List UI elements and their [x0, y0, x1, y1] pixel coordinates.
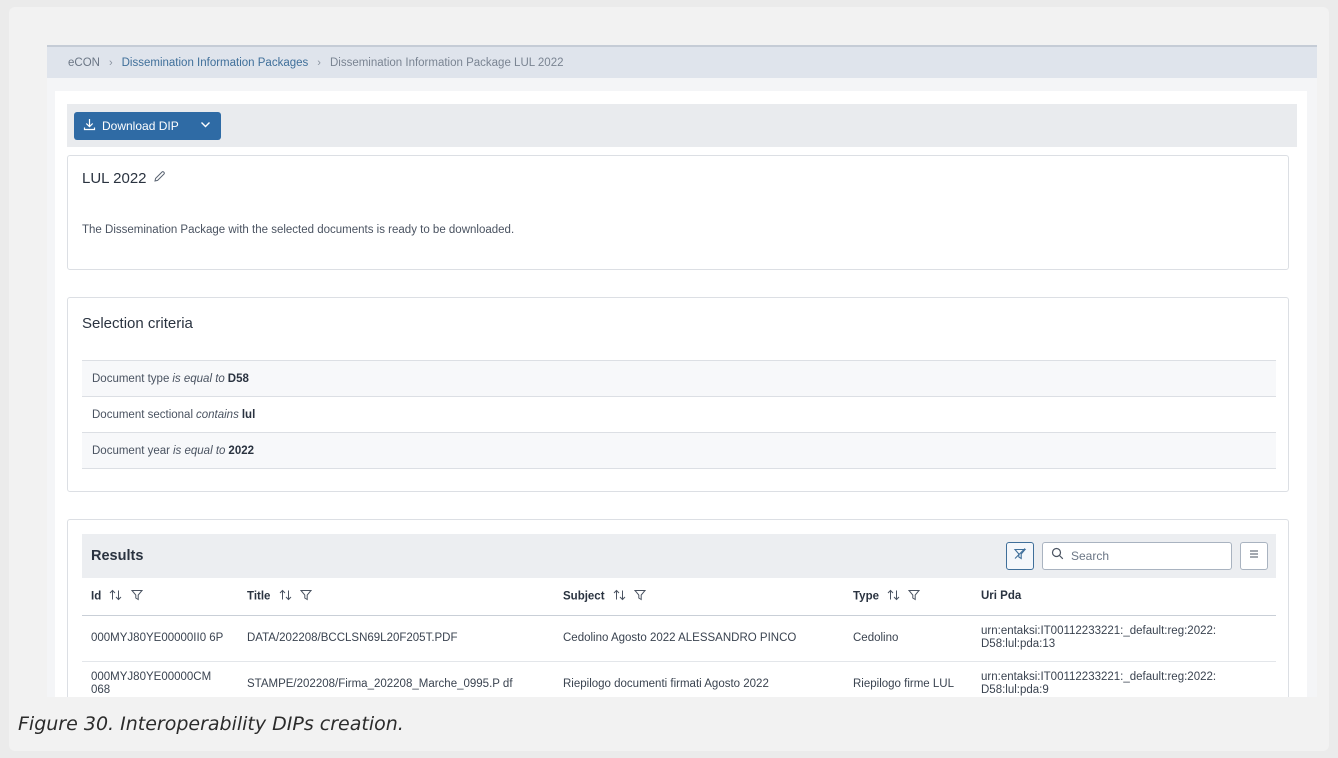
pencil-icon[interactable]: [153, 170, 166, 187]
breadcrumb: eCON › Dissemination Information Package…: [47, 45, 1317, 78]
search-icon: [1051, 547, 1064, 565]
chevron-down-icon[interactable]: [200, 119, 211, 133]
main-content: Download DIP LUL 2022 The Dissemination …: [55, 91, 1307, 697]
clear-filter-button[interactable]: [1006, 542, 1034, 570]
filter-icon[interactable]: [908, 589, 921, 604]
cell-subject: Cedolino Agosto 2022 ALESSANDRO PINCO: [554, 615, 844, 662]
column-label: Uri Pda: [981, 590, 1022, 603]
criteria-list: Document type is equal to D58 Document s…: [82, 360, 1276, 469]
selection-criteria-card: Selection criteria Document type is equa…: [67, 297, 1289, 492]
criteria-field: Document year: [92, 444, 170, 457]
column-header-subject[interactable]: Subject: [554, 578, 844, 616]
column-menu-button[interactable]: [1240, 542, 1268, 570]
sort-icon[interactable]: [887, 589, 900, 604]
sort-icon[interactable]: [279, 589, 292, 604]
results-title: Results: [91, 548, 144, 564]
column-header-uri-pda: Uri Pda: [972, 578, 1276, 616]
table-header-row: Id Title Subject Type Uri Pda: [82, 578, 1276, 616]
toolbar: Download DIP: [67, 104, 1297, 147]
selection-criteria-title: Selection criteria: [82, 315, 193, 332]
criteria-row: Document type is equal to D58: [82, 361, 1276, 397]
cell-type: Riepilogo firme LUL: [844, 661, 972, 697]
table-row[interactable]: 000MYJ80YE00000CM 068 STAMPE/202208/Firm…: [82, 661, 1276, 697]
criteria-operator: contains: [196, 408, 239, 421]
criteria-value: D58: [227, 372, 249, 385]
column-label: Subject: [563, 590, 605, 603]
app-screenshot: eCON › Dissemination Information Package…: [47, 45, 1317, 697]
sort-icon[interactable]: [613, 589, 626, 604]
dip-ready-message: The Dissemination Package with the selec…: [82, 224, 515, 236]
column-header-title[interactable]: Title: [238, 578, 554, 616]
cell-id: 000MYJ80YE00000CM 068: [82, 661, 238, 697]
results-header: Results: [82, 534, 1276, 578]
filter-icon[interactable]: [633, 589, 647, 604]
filter-icon[interactable]: [299, 589, 312, 604]
search-box: [1042, 542, 1232, 570]
download-icon: [83, 118, 96, 134]
breadcrumb-dips[interactable]: Dissemination Information Packages: [122, 57, 309, 69]
cell-subject: Riepilogo documenti firmati Agosto 2022: [554, 661, 844, 697]
cell-title: DATA/202208/BCCLSN69L20F205T.PDF: [238, 615, 554, 662]
results-table: Id Title Subject Type Uri Pda 000MYJ80YE…: [82, 578, 1276, 697]
chevron-right-icon: ›: [108, 56, 113, 69]
criteria-operator: is equal to: [172, 372, 225, 385]
table-row[interactable]: 000MYJ80YE00000II0 6P DATA/202208/BCCLSN…: [82, 615, 1276, 662]
criteria-row: Document year is equal to 2022: [82, 433, 1276, 469]
criteria-operator: is equal to: [172, 444, 226, 457]
dip-card: LUL 2022 The Dissemination Package with …: [67, 155, 1289, 270]
sort-icon[interactable]: [109, 589, 122, 604]
dip-title: LUL 2022: [82, 170, 147, 187]
column-header-type[interactable]: Type: [844, 578, 972, 616]
breadcrumb-current: Dissemination Information Package LUL 20…: [329, 56, 564, 69]
criteria-field: Document type: [92, 372, 170, 385]
cell-type: Cedolino: [844, 615, 972, 662]
cell-id: 000MYJ80YE00000II0 6P: [82, 615, 238, 662]
figure-frame: eCON › Dissemination Information Package…: [9, 7, 1329, 751]
figure-caption: Figure 30. Interoperability DIPs creatio…: [18, 713, 404, 735]
results-tools: [1006, 542, 1268, 570]
breadcrumb-econ[interactable]: eCON: [68, 57, 100, 69]
criteria-row: Document sectional contains lul: [82, 397, 1276, 433]
cell-title: STAMPE/202208/Firma_202208_Marche_0995.P…: [238, 661, 554, 697]
column-label: Type: [853, 590, 879, 603]
criteria-value: lul: [241, 408, 256, 421]
column-label: Title: [247, 590, 271, 603]
criteria-field: Document sectional: [92, 408, 193, 421]
column-header-id[interactable]: Id: [82, 578, 238, 616]
download-dip-label: Download DIP: [102, 118, 179, 133]
filter-icon[interactable]: [130, 589, 143, 604]
chevron-right-icon: ›: [317, 56, 321, 69]
filter-slash-icon: [1013, 547, 1027, 566]
cell-uri-pda: urn:entaksi:IT00112233221:_default:reg:2…: [972, 661, 1276, 697]
cell-uri-pda: urn:entaksi:IT00112233221:_default:reg:2…: [972, 615, 1276, 662]
download-dip-button[interactable]: Download DIP: [74, 111, 221, 140]
results-card: Results Search Id Title Subject Type Uri…: [67, 519, 1289, 697]
menu-lines-icon: [1248, 547, 1260, 565]
column-label: Id: [91, 590, 102, 603]
dip-title-row: LUL 2022: [82, 170, 166, 187]
criteria-value: 2022: [228, 444, 255, 457]
search-input[interactable]: [1071, 549, 1221, 563]
